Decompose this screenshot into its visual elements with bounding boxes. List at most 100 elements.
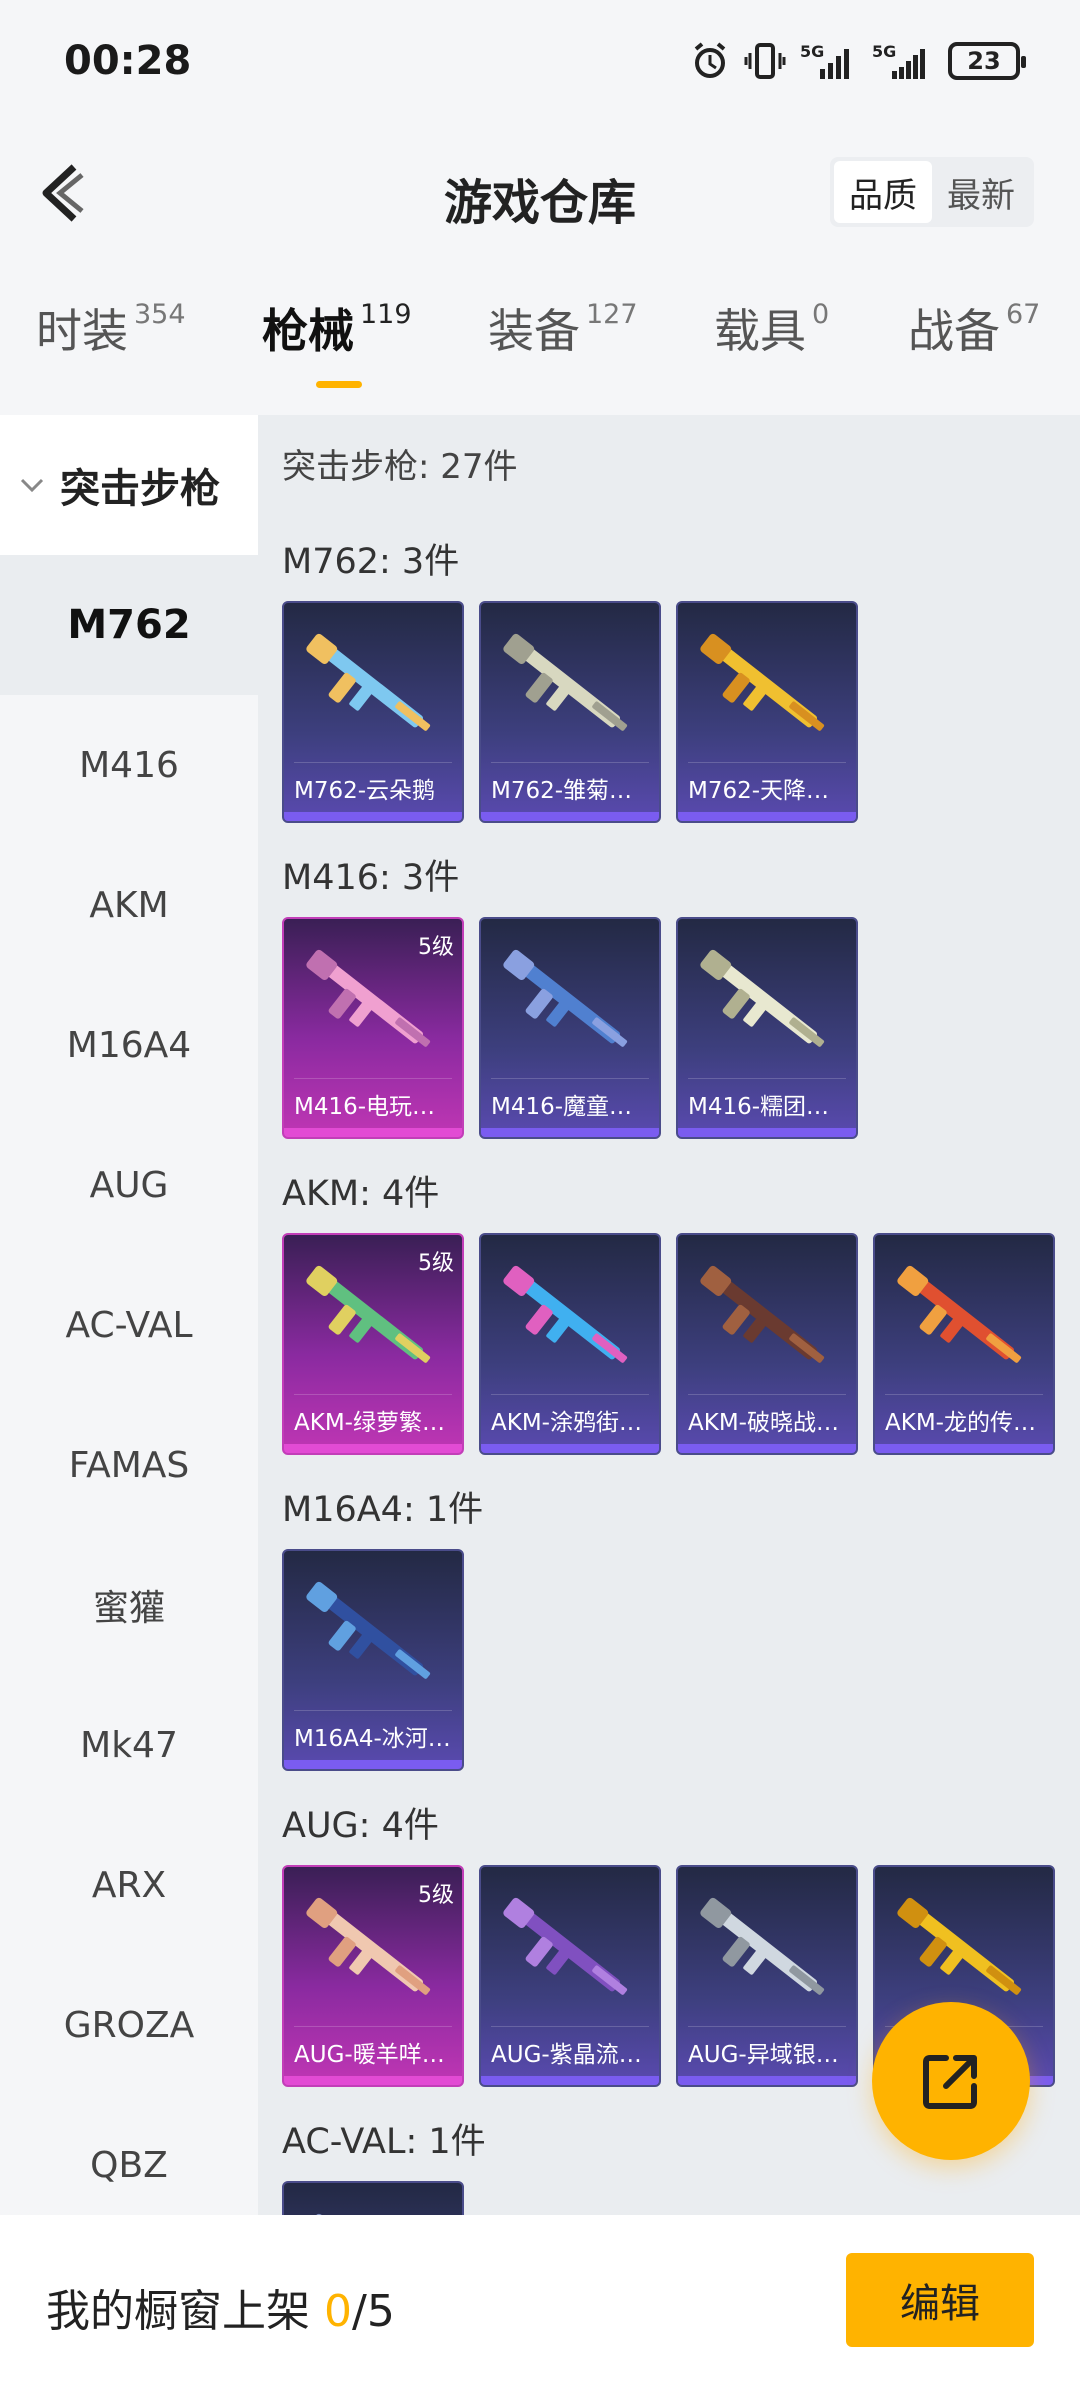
sidebar-item-qbz[interactable]: QBZ xyxy=(0,2095,258,2235)
tab-count: 119 xyxy=(360,299,412,330)
status-bar: 00:28 5G 5G 23 xyxy=(0,0,1080,125)
skin-card[interactable]: 5级 AKM-绿萝繁… xyxy=(282,1233,464,1455)
weapon-type-sidebar: 突击步枪 M762 M416 AKM M16A4 AUG AC-VAL FAMA… xyxy=(0,415,258,2215)
active-tab-indicator xyxy=(316,381,362,388)
skin-name: AUG-异域银… xyxy=(688,2042,839,2068)
signal-5g-icon: 5G xyxy=(872,42,925,79)
skin-card[interactable] xyxy=(282,2181,464,2215)
tab-fashion[interactable]: 时装 354 xyxy=(36,295,186,361)
vibrate-icon xyxy=(744,43,786,79)
header: 游戏仓库 品质 最新 xyxy=(0,125,1080,260)
showcase-label: 我的橱窗上架 xyxy=(46,2286,310,2337)
svg-text:5G: 5G xyxy=(800,42,824,61)
sidebar-category-label: 突击步枪 xyxy=(60,466,220,512)
skin-name: AKM-龙的传… xyxy=(885,1410,1036,1436)
chevron-down-icon xyxy=(20,478,44,493)
skin-card[interactable]: 5级 AUG-暖羊咩… xyxy=(282,1865,464,2087)
skin-card[interactable]: AKM-破晓战… xyxy=(676,1233,858,1455)
showcase-total: /5 xyxy=(352,2286,395,2337)
tab-count: 67 xyxy=(1006,299,1041,330)
sidebar-item-arx[interactable]: ARX xyxy=(0,1815,258,1955)
status-icons: 5G 5G 23 xyxy=(690,38,1026,84)
skin-card[interactable]: M762-云朵鹅 xyxy=(282,601,464,823)
status-time: 00:28 xyxy=(64,38,192,84)
edit-button[interactable]: 编辑 xyxy=(846,2253,1034,2347)
sidebar-item-m762[interactable]: M762 xyxy=(0,555,258,695)
group-title: M416: 3件 xyxy=(282,858,460,898)
tab-supplies[interactable]: 战备 67 xyxy=(908,295,1040,361)
rifle-icon xyxy=(897,1265,1022,1363)
sidebar-item-mk47[interactable]: Mk47 xyxy=(0,1675,258,1815)
skin-card[interactable]: M416-糯团… xyxy=(676,917,858,1139)
skin-card[interactable]: AKM-龙的传… xyxy=(873,1233,1055,1455)
category-summary: 突击步枪: 27件 xyxy=(282,447,518,487)
level-badge: 5级 xyxy=(418,935,454,960)
skin-card[interactable]: AUG-紫晶流… xyxy=(479,1865,661,2087)
rifle-icon xyxy=(503,1897,628,1995)
signal-5g-icon: 5G xyxy=(800,42,849,79)
skin-name: M416-糯团… xyxy=(688,1094,830,1120)
sidebar-item-honey-badger[interactable]: 蜜獾 xyxy=(0,1535,258,1675)
skin-card[interactable]: 5级 M416-电玩… xyxy=(282,917,464,1139)
tab-guns[interactable]: 枪械 119 xyxy=(262,295,412,361)
tab-equipment[interactable]: 装备 127 xyxy=(488,295,638,361)
showcase-current: 0 xyxy=(324,2286,352,2337)
rifle-icon xyxy=(306,633,431,731)
category-tabs: 时装 354 枪械 119 装备 127 载具 0 战备 67 xyxy=(0,295,1080,415)
skin-name: M762-雏菊… xyxy=(491,778,633,804)
skin-card[interactable]: AKM-涂鸦街… xyxy=(479,1233,661,1455)
sidebar-item-ac-val[interactable]: AC-VAL xyxy=(0,1255,258,1395)
share-button[interactable] xyxy=(872,2002,1030,2160)
sidebar-item-akm[interactable]: AKM xyxy=(0,835,258,975)
tab-count: 354 xyxy=(134,299,186,330)
rifle-icon xyxy=(700,949,825,1047)
svg-text:5G: 5G xyxy=(872,42,896,61)
tab-label: 枪械 xyxy=(262,304,354,358)
group-title: M762: 3件 xyxy=(282,542,460,582)
skin-name: M416-魔童… xyxy=(491,1094,633,1120)
tab-vehicles[interactable]: 载具 0 xyxy=(714,295,829,361)
share-export-icon xyxy=(923,2055,977,2109)
tab-count: 0 xyxy=(812,299,830,330)
rifle-icon xyxy=(700,633,825,731)
sidebar-item-m416[interactable]: M416 xyxy=(0,695,258,835)
rifle-icon xyxy=(503,949,628,1047)
tab-label: 时装 xyxy=(36,304,128,358)
skin-card[interactable]: AUG-异域银… xyxy=(676,1865,858,2087)
rifle-icon xyxy=(306,2213,338,2215)
sort-newest-button[interactable]: 最新 xyxy=(932,161,1030,223)
sidebar-item-famas[interactable]: FAMAS xyxy=(0,1395,258,1535)
skin-card[interactable]: M416-魔童… xyxy=(479,917,661,1139)
skin-name: M762-天降… xyxy=(688,778,830,804)
skin-name: AKM-破晓战… xyxy=(688,1410,839,1436)
sort-quality-button[interactable]: 品质 xyxy=(834,161,932,223)
rifle-icon xyxy=(897,1897,1022,1995)
rifle-icon xyxy=(503,633,628,731)
group-title: AKM: 4件 xyxy=(282,1174,440,1214)
sidebar-item-groza[interactable]: GROZA xyxy=(0,1955,258,2095)
skin-name: AKM-涂鸦街… xyxy=(491,1410,642,1436)
skin-card[interactable]: M762-雏菊… xyxy=(479,601,661,823)
skin-name: M16A4-冰河… xyxy=(294,1726,451,1752)
alarm-icon xyxy=(694,42,726,78)
tab-count: 127 xyxy=(586,299,638,330)
level-badge: 5级 xyxy=(418,1883,454,1908)
group-title: M16A4: 1件 xyxy=(282,1490,484,1530)
tab-label: 战备 xyxy=(908,304,1000,358)
group-title: AC-VAL: 1件 xyxy=(282,2122,486,2162)
sidebar-item-m16a4[interactable]: M16A4 xyxy=(0,975,258,1115)
level-badge: 5级 xyxy=(418,1251,454,1276)
skin-name: AUG-紫晶流… xyxy=(491,2042,642,2068)
sidebar-item-aug[interactable]: AUG xyxy=(0,1115,258,1255)
skin-card[interactable]: M762-天降… xyxy=(676,601,858,823)
tab-label: 载具 xyxy=(714,304,806,358)
skin-name: AUG-暖羊咩… xyxy=(294,2042,445,2068)
battery-icon: 23 xyxy=(948,42,1026,80)
rifle-icon xyxy=(503,1265,628,1363)
skin-name: AKM-绿萝繁… xyxy=(294,1410,445,1436)
showcase-count: 我的橱窗上架 0/5 xyxy=(46,2275,395,2339)
tab-label: 装备 xyxy=(488,304,580,358)
sidebar-category-header[interactable]: 突击步枪 xyxy=(0,415,258,555)
skin-name: M762-云朵鹅 xyxy=(294,778,436,804)
skin-card[interactable]: M16A4-冰河… xyxy=(282,1549,464,1771)
